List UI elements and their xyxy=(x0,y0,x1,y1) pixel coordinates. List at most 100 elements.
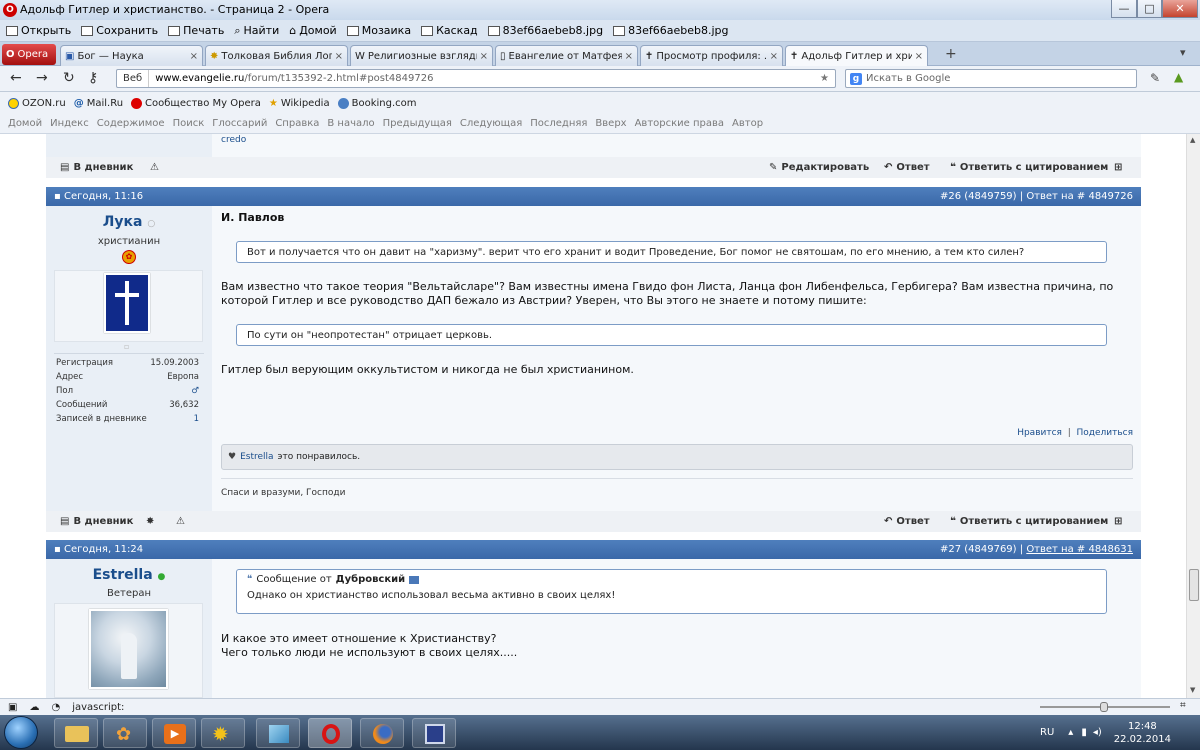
avatar[interactable] xyxy=(89,609,168,689)
tools-icon[interactable]: ✎ xyxy=(1150,71,1160,85)
like-link[interactable]: Нравится xyxy=(1017,428,1062,438)
previous-signature[interactable]: credo xyxy=(221,135,246,145)
post-number-link[interactable]: #27 (4849769) xyxy=(940,544,1017,555)
back-icon[interactable]: ← xyxy=(10,70,22,86)
bookmark-booking[interactable]: Booking.com xyxy=(337,97,416,109)
nav-link-previous[interactable]: Предыдущая xyxy=(383,118,452,129)
menu-find[interactable]: ⌕ Найти xyxy=(234,24,279,38)
report-icon[interactable]: ⚠ xyxy=(176,516,185,527)
start-button[interactable] xyxy=(4,716,38,749)
reply-quote-button[interactable]: ❝ Ответить с цитированием xyxy=(950,516,1108,527)
taskbar-app-8[interactable] xyxy=(412,718,456,748)
zoom-icon[interactable]: ⌗ xyxy=(1180,700,1186,711)
taskbar-app-2[interactable]: ✿ xyxy=(103,718,147,748)
cloud-icon[interactable]: ☁ xyxy=(29,702,39,713)
bookmark-myopera[interactable]: Сообщество My Opera xyxy=(131,97,261,109)
minimize-button[interactable]: — xyxy=(1111,0,1137,18)
reply-to-link[interactable]: Ответ на # 4848631 xyxy=(1026,544,1133,555)
new-tab-button[interactable]: + xyxy=(945,46,957,62)
panel-toggle-icon[interactable]: ▣ xyxy=(8,702,17,713)
tab-3[interactable]: WРелигиозные взгляды ...× xyxy=(350,45,493,66)
scroll-up-icon[interactable]: ▲ xyxy=(1190,136,1195,144)
nav-link-help[interactable]: Справка xyxy=(275,118,319,129)
menu-home[interactable]: ⌂ Домой xyxy=(289,24,337,37)
tab-1[interactable]: ▣ Бог — Наука × xyxy=(60,45,203,66)
nav-link-next[interactable]: Следующая xyxy=(460,118,522,129)
nav-link-glossary[interactable]: Глоссарий xyxy=(212,118,267,129)
liker-link[interactable]: Estrella xyxy=(240,452,273,462)
reload-icon[interactable]: ↻ xyxy=(63,70,75,86)
reply-quote-button[interactable]: ❝ Ответить с цитированием xyxy=(950,162,1108,173)
bookmark-ozon[interactable]: OZON.ru xyxy=(8,97,66,109)
bookmark-wikipedia[interactable]: ★ Wikipedia xyxy=(269,98,330,109)
view-post-icon[interactable] xyxy=(409,575,420,584)
avatar[interactable] xyxy=(104,273,150,333)
menu-print[interactable]: Печать xyxy=(168,24,224,37)
close-tab-icon[interactable]: × xyxy=(335,51,343,62)
nav-link-home[interactable]: Домой xyxy=(8,118,42,129)
taskbar-firefox[interactable] xyxy=(360,718,404,748)
taskbar-app-4[interactable]: ✹ xyxy=(201,718,245,748)
clock[interactable]: 12:48 22.02.2014 xyxy=(1114,720,1171,746)
username-link[interactable]: Estrella ● xyxy=(46,567,212,583)
taskbar-explorer[interactable] xyxy=(54,718,98,748)
star-icon[interactable]: ★ xyxy=(820,73,835,84)
diary-button[interactable]: ▤ В дневник xyxy=(60,162,133,173)
nav-link-last[interactable]: Последняя xyxy=(530,118,587,129)
close-tab-icon[interactable]: × xyxy=(915,51,923,62)
menu-save[interactable]: Сохранить xyxy=(81,24,158,37)
edit-button[interactable]: ✎ Редактировать xyxy=(769,162,869,173)
zoom-slider-handle[interactable] xyxy=(1100,702,1108,712)
menu-image-1[interactable]: 83ef66aebeb8.jpg xyxy=(487,24,603,37)
search-input[interactable]: g Искать в Google xyxy=(845,69,1137,88)
report-icon[interactable]: ⚠ xyxy=(150,162,159,173)
menu-open[interactable]: Открыть xyxy=(6,24,71,37)
tab-list-icon[interactable]: ▾ xyxy=(1180,46,1186,59)
close-tab-icon[interactable]: × xyxy=(625,51,633,62)
reply-button[interactable]: ↶ Ответ xyxy=(884,162,930,173)
volume-icon[interactable]: ◂) xyxy=(1093,727,1102,738)
nav-link-search[interactable]: Поиск xyxy=(173,118,205,129)
close-window-button[interactable]: ✕ xyxy=(1162,0,1198,18)
nav-link-start[interactable]: В начало xyxy=(327,118,374,129)
close-tab-icon[interactable]: × xyxy=(770,51,778,62)
diary-count-link[interactable]: 1 xyxy=(194,414,199,424)
nav-link-index[interactable]: Индекс xyxy=(50,118,89,129)
taskbar-app-5[interactable] xyxy=(256,718,300,748)
share-link[interactable]: Поделиться xyxy=(1076,428,1133,438)
bookmark-mailru[interactable]: @ Mail.Ru xyxy=(74,98,123,109)
rate-icon[interactable]: ✸ xyxy=(146,516,154,527)
language-indicator[interactable]: RU xyxy=(1040,727,1054,738)
menu-tile[interactable]: Мозаика xyxy=(346,24,411,37)
close-tab-icon[interactable]: × xyxy=(480,51,488,62)
multiquote-icon[interactable]: ⊞ xyxy=(1114,162,1122,173)
vertical-scrollbar[interactable]: ▲ ▼ xyxy=(1186,134,1200,698)
tab-6[interactable]: ✝Адольф Гитлер и хрис... × xyxy=(785,45,928,66)
diary-button[interactable]: ▤ В дневник xyxy=(60,516,133,527)
maximize-button[interactable]: □ xyxy=(1137,0,1162,18)
tab-2[interactable]: ✸Толковая Библия Лоп... × xyxy=(205,45,348,66)
multiquote-icon[interactable]: ⊞ xyxy=(1114,516,1122,527)
nav-link-author[interactable]: Автор xyxy=(732,118,763,129)
close-tab-icon[interactable]: × xyxy=(190,51,198,62)
menu-cascade[interactable]: Каскад xyxy=(421,24,478,37)
update-icon[interactable]: ▲ xyxy=(1174,70,1183,84)
opera-menu-button[interactable]: O Opera xyxy=(2,44,56,65)
taskbar-opera[interactable] xyxy=(308,718,352,748)
menu-image-2[interactable]: 83ef66aebeb8.jpg xyxy=(613,24,728,37)
scroll-down-icon[interactable]: ▼ xyxy=(1190,686,1195,694)
key-icon[interactable]: ⚷ xyxy=(88,70,98,86)
tray-arrow-icon[interactable]: ▴ xyxy=(1068,727,1073,738)
scroll-thumb[interactable] xyxy=(1189,569,1199,601)
username-link[interactable]: Лука ○ xyxy=(46,214,212,230)
nav-link-up[interactable]: Вверх xyxy=(595,118,626,129)
network-icon[interactable]: ▮ xyxy=(1081,727,1087,738)
reply-to-link[interactable]: Ответ на # 4849726 xyxy=(1026,191,1133,202)
nav-link-contents[interactable]: Содержимое xyxy=(97,118,165,129)
tab-4[interactable]: ▯Евангелие от Матфея ...× xyxy=(495,45,638,66)
tab-5[interactable]: ✝ Просмотр профиля: ... × xyxy=(640,45,783,66)
nav-link-copyright[interactable]: Авторские права xyxy=(635,118,724,129)
post-number-link[interactable]: #26 (4849759) xyxy=(940,191,1017,202)
address-field[interactable]: Веб www.evangelie.ru/forum/t135392-2.htm… xyxy=(116,69,836,88)
turbo-icon[interactable]: ◔ xyxy=(51,702,60,713)
